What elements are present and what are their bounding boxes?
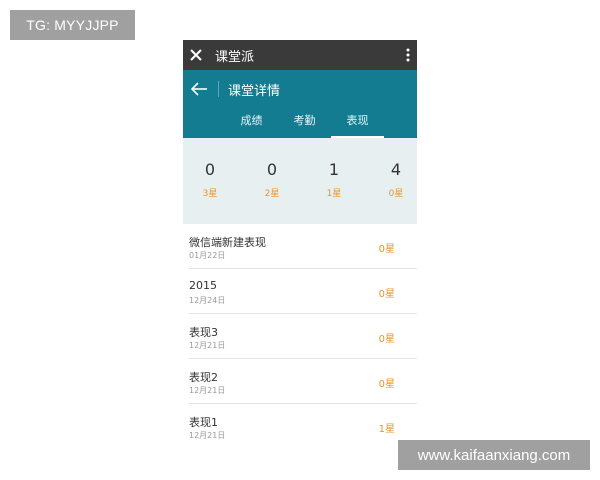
tab-performance[interactable]: 表现: [331, 108, 384, 138]
more-icon[interactable]: [406, 48, 410, 62]
stat-2-star[interactable]: 0 2星: [252, 160, 292, 199]
stat-count: 0: [266, 160, 278, 179]
record-title: 微信端新建表现: [189, 236, 266, 249]
list-item[interactable]: 表现2 12月21日 0星: [189, 359, 417, 404]
record-title: 表现1: [189, 416, 218, 429]
stat-label: 2星: [264, 189, 280, 199]
stat-3-star[interactable]: 0 3星: [190, 160, 230, 199]
performance-list: 微信端新建表现 01月22日 0星 2015 12月24日 0星 表现3 12月…: [183, 224, 417, 448]
list-item[interactable]: 表现1 12月21日 1星: [189, 404, 417, 448]
stat-label: 1星: [326, 189, 342, 199]
record-title: 2015: [189, 279, 217, 292]
record-date: 12月21日: [189, 341, 226, 350]
list-item[interactable]: 微信端新建表现 01月22日 0星: [189, 224, 417, 269]
tab-bar: 成绩 考勤 表现: [183, 108, 417, 138]
record-stars: 0星: [378, 244, 395, 255]
stat-1-star[interactable]: 1 1星: [314, 160, 354, 199]
header-divider: [218, 81, 219, 97]
page-header: 课堂详情 成绩 考勤 表现: [183, 70, 417, 138]
record-date: 12月21日: [189, 386, 226, 395]
watermark-top: TG: MYYJJPP: [10, 10, 135, 40]
record-date: 12月24日: [189, 296, 226, 305]
record-stars: 0星: [378, 334, 395, 345]
phone-screen: 课堂派 课堂详情 成绩 考勤 表现 0 3星 0 2星 1 1星 4 0星 微信…: [183, 40, 417, 480]
stat-0-star[interactable]: 4 0星: [376, 160, 416, 199]
app-topbar: 课堂派: [183, 40, 417, 70]
record-stars: 0星: [378, 289, 395, 300]
tab-grades[interactable]: 成绩: [225, 108, 278, 138]
tab-attendance[interactable]: 考勤: [278, 108, 331, 138]
stat-label: 0星: [388, 189, 404, 199]
star-summary: 0 3星 0 2星 1 1星 4 0星: [183, 138, 417, 224]
close-icon[interactable]: [189, 48, 203, 62]
header-row: 课堂详情: [183, 70, 417, 108]
stat-count: 4: [390, 160, 402, 179]
page-title: 课堂详情: [228, 83, 281, 99]
record-date: 01月22日: [189, 251, 226, 260]
record-stars: 0星: [378, 379, 395, 390]
record-title: 表现3: [189, 326, 218, 339]
list-item[interactable]: 2015 12月24日 0星: [189, 269, 417, 314]
record-stars: 1星: [378, 424, 395, 435]
record-date: 12月21日: [189, 431, 226, 440]
record-title: 表现2: [189, 371, 218, 384]
stat-count: 0: [204, 160, 216, 179]
back-arrow-icon[interactable]: [190, 82, 208, 96]
stat-count: 1: [328, 160, 340, 179]
list-item[interactable]: 表现3 12月21日 0星: [189, 314, 417, 359]
app-title: 课堂派: [215, 49, 255, 65]
stat-label: 3星: [202, 189, 218, 199]
watermark-bottom: www.kaifaanxiang.com: [398, 440, 590, 470]
